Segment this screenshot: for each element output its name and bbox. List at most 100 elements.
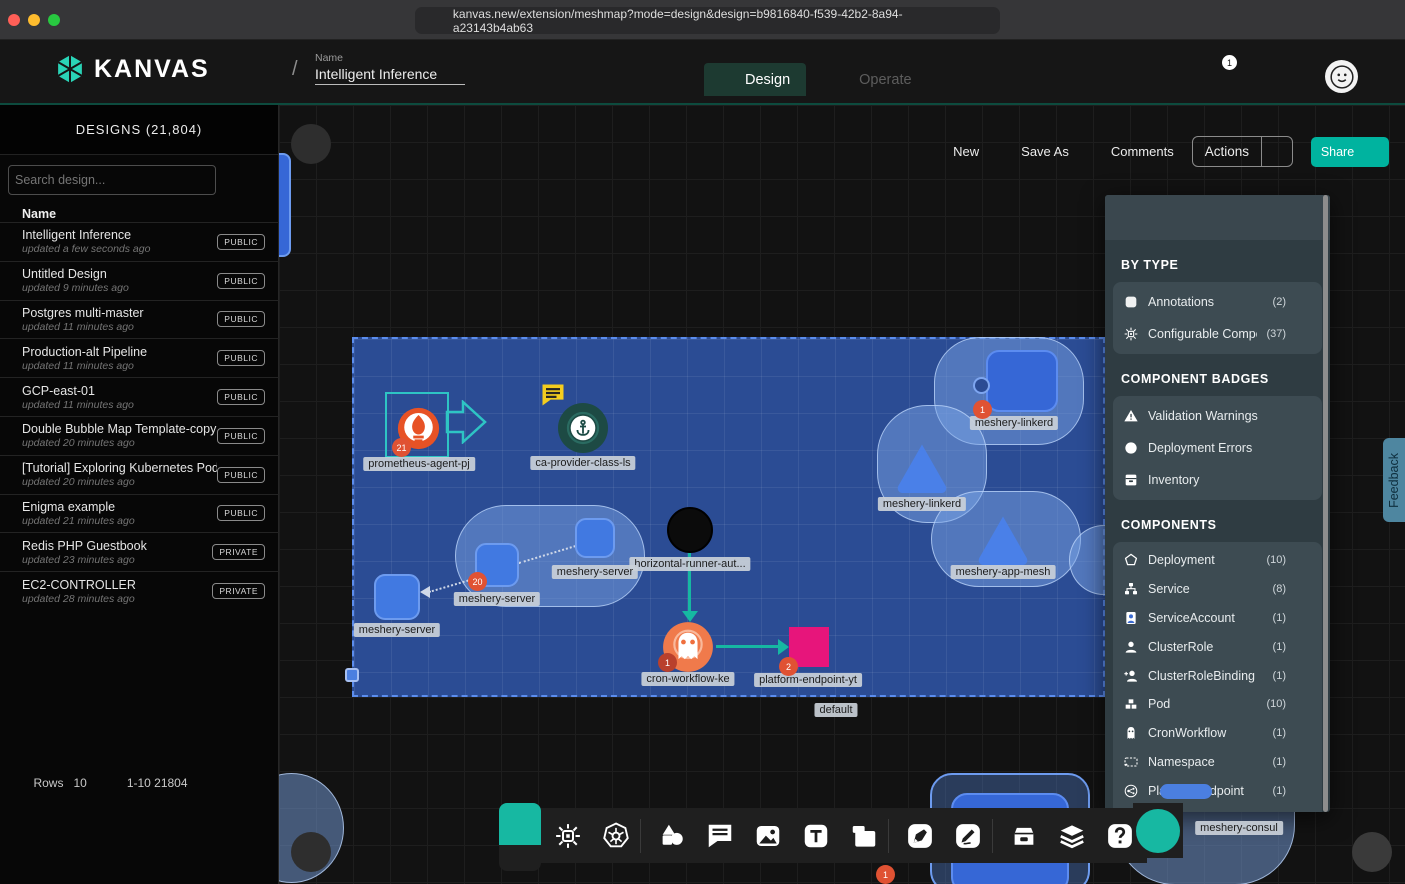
component-row[interactable]: ServiceAccount (1): [1113, 604, 1322, 633]
component-row[interactable]: CronWorkflow (1): [1113, 719, 1322, 748]
pan-tool-button[interactable]: [499, 845, 541, 871]
node-label[interactable]: meshery-consul: [1195, 821, 1283, 835]
search-icon[interactable]: [192, 172, 209, 189]
downloads-icon[interactable]: [1288, 11, 1305, 28]
url-bar[interactable]: kanvas.new/extension/meshmap?mode=design…: [415, 7, 1000, 34]
tool-button[interactable]: [847, 819, 881, 853]
eye-icon[interactable]: [1295, 782, 1312, 799]
by-type-row[interactable]: Annotations (2): [1113, 286, 1322, 318]
tool-button[interactable]: [599, 819, 633, 853]
avatar[interactable]: [1325, 60, 1358, 93]
platform-endpoint-badge[interactable]: 2: [779, 657, 798, 676]
clusterrolebinding-badge[interactable]: 20: [468, 572, 487, 591]
design-list-item[interactable]: Double Bubble Map Template-copy updated …: [0, 416, 279, 455]
component-row[interactable]: ClusterRole (1): [1113, 632, 1322, 661]
node-label[interactable]: meshery-app-mesh: [951, 565, 1056, 579]
pen-mode-button[interactable]: [1352, 832, 1392, 872]
node-appmesh-service[interactable]: [974, 513, 1032, 565]
minimize-window-button[interactable]: [28, 14, 40, 26]
eye-icon[interactable]: [1295, 326, 1312, 343]
eye-icon[interactable]: [1295, 725, 1312, 742]
zoom-button[interactable]: [291, 832, 331, 872]
close-panel-icon[interactable]: [1292, 209, 1310, 227]
forward-icon[interactable]: [163, 11, 180, 28]
new-tab-icon[interactable]: [1347, 11, 1364, 28]
component-row[interactable]: Pod (10): [1113, 690, 1322, 719]
node-label[interactable]: meshery-server: [552, 565, 638, 579]
back-icon[interactable]: [134, 11, 151, 28]
icloud-icon[interactable]: [390, 11, 407, 28]
tool-button[interactable]: [551, 819, 585, 853]
search-input[interactable]: [15, 173, 192, 187]
search-box[interactable]: [8, 165, 216, 195]
edge-cron-to-platform[interactable]: [716, 645, 780, 648]
settings-gear-icon[interactable]: [1249, 66, 1270, 87]
node-ca-provider[interactable]: [558, 403, 608, 453]
namespace-label[interactable]: default: [814, 703, 857, 717]
design-list-item[interactable]: EC2-CONTROLLER updated 28 minutes ago PR…: [0, 571, 279, 610]
design-list-item[interactable]: Redis PHP Guestbook updated 23 minutes a…: [0, 532, 279, 571]
filter-icon[interactable]: [256, 172, 273, 189]
share-page-icon[interactable]: [1317, 11, 1334, 28]
node-label[interactable]: meshery-server: [454, 592, 540, 606]
eye-icon[interactable]: [1295, 753, 1312, 770]
node-linkerd-deployment[interactable]: [986, 350, 1058, 412]
eye-icon[interactable]: [1295, 609, 1312, 626]
eye-icon[interactable]: [1295, 696, 1312, 713]
comments-button[interactable]: Comments: [1087, 143, 1174, 160]
eye-icon[interactable]: [1295, 638, 1312, 655]
collapse-panel-icon[interactable]: [1131, 209, 1149, 227]
tab-operate[interactable]: Operate: [818, 63, 927, 96]
canvas-settings-button[interactable]: [291, 124, 331, 164]
tool-button[interactable]: [1103, 819, 1137, 853]
component-row[interactable]: PlatformEndpoint (1): [1113, 776, 1322, 805]
design-list-item[interactable]: Intelligent Inference updated a few seco…: [0, 222, 279, 261]
tool-button[interactable]: [888, 819, 937, 853]
eye-icon[interactable]: [1295, 472, 1312, 489]
design-name-input[interactable]: [315, 64, 465, 85]
select-tool-button[interactable]: [499, 803, 541, 845]
rows-per-page-select[interactable]: 10: [73, 776, 102, 790]
node-label[interactable]: meshery-server: [354, 623, 440, 637]
eye-icon[interactable]: [1295, 811, 1312, 812]
comment-annotation-icon[interactable]: [538, 381, 568, 409]
menu-hamburger-icon[interactable]: [1375, 66, 1396, 87]
eye-icon[interactable]: [1295, 294, 1312, 311]
component-row[interactable]: Deployment (10): [1113, 546, 1322, 575]
zoom-window-button[interactable]: [48, 14, 60, 26]
design-canvas[interactable]: New Save As Comments Actions Share: [279, 105, 1405, 884]
design-list-item[interactable]: Enigma example updated 21 minutes ago PU…: [0, 494, 279, 533]
tool-button[interactable]: [703, 819, 737, 853]
prometheus-badge[interactable]: 21: [392, 438, 411, 457]
component-row[interactable]: Namespace (1): [1113, 748, 1322, 777]
save-as-button[interactable]: Save As: [997, 143, 1069, 160]
tool-button[interactable]: [640, 819, 689, 853]
component-badge-row[interactable]: Inventory: [1113, 464, 1322, 496]
offscreen-node[interactable]: [279, 153, 291, 257]
component-badge-row[interactable]: Validation Warnings: [1113, 400, 1322, 432]
node-label[interactable]: meshery-linkerd: [878, 497, 966, 511]
node-github-runner[interactable]: [667, 507, 713, 553]
consul-handle[interactable]: [1160, 784, 1212, 799]
node-label[interactable]: platform-endpoint-yt: [754, 673, 862, 687]
import-design-icon[interactable]: [230, 172, 247, 189]
node-label[interactable]: horizontal-runner-aut...: [629, 557, 750, 571]
column-header-name[interactable]: Name: [22, 207, 56, 221]
design-list-item[interactable]: GCP-east-01 updated 11 minutes ago PUBLI…: [0, 377, 279, 416]
tab-overview-icon[interactable]: [1377, 11, 1394, 28]
actions-button[interactable]: Actions: [1192, 136, 1293, 167]
eye-icon[interactable]: [1295, 581, 1312, 598]
organization-icon[interactable]: [257, 62, 278, 83]
tool-button[interactable]: [1055, 819, 1089, 853]
node-linkerd-service[interactable]: [893, 441, 951, 493]
sidebar-toggle-icon[interactable]: [78, 11, 95, 28]
tool-button[interactable]: [799, 819, 833, 853]
eye-icon[interactable]: [1295, 408, 1312, 425]
design-list-item[interactable]: Untitled Design updated 9 minutes ago PU…: [0, 261, 279, 300]
share-button[interactable]: Share: [1311, 137, 1389, 167]
linkerd-deployment-badge[interactable]: 1: [973, 400, 992, 419]
refresh-icon[interactable]: [987, 14, 1000, 27]
node-clusterrole[interactable]: [575, 518, 615, 558]
tool-button[interactable]: [951, 819, 985, 853]
tool-button[interactable]: [992, 819, 1041, 853]
